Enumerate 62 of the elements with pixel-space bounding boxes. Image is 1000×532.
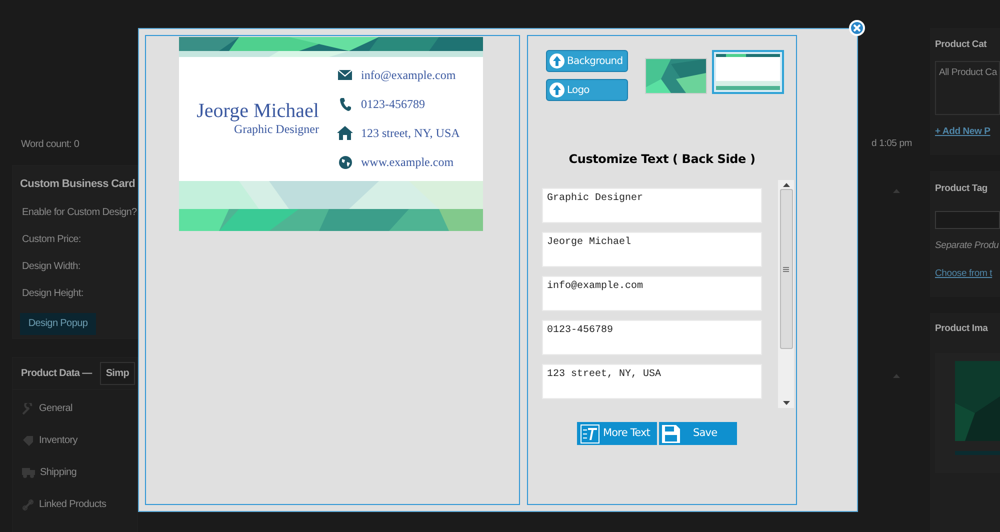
more-text-button[interactable]: More Text xyxy=(577,422,657,445)
close-icon xyxy=(853,24,861,32)
product-data-tab[interactable]: General xyxy=(22,401,137,416)
card-job-title: Graphic Designer xyxy=(234,122,319,136)
product-type-select[interactable]: Simp xyxy=(100,362,136,385)
text-field[interactable]: Graphic Designer xyxy=(542,188,762,223)
customize-heading: Customize Text ( Back Side ) xyxy=(568,151,756,168)
field-label: Enable for Custom Design? xyxy=(22,206,137,220)
scrollbar[interactable] xyxy=(778,180,794,408)
caret-icon xyxy=(893,374,900,378)
link-icon xyxy=(22,498,34,510)
add-category-link[interactable]: + Add New P xyxy=(935,125,1000,140)
card-contact: info@example.com xyxy=(361,67,456,84)
upload-button[interactable]: Background xyxy=(546,50,628,72)
word-count: Word count: 0 xyxy=(20,138,80,152)
box-title: Product Tag xyxy=(935,182,989,196)
text-icon xyxy=(580,424,600,444)
scroll-up-icon[interactable] xyxy=(782,183,790,187)
tag-input[interactable] xyxy=(935,210,1000,229)
field-label: Custom Price: xyxy=(22,232,82,246)
design-popup-button[interactable]: Design Popup xyxy=(20,312,96,334)
field-label: Design Width: xyxy=(22,260,82,274)
text-field[interactable]: 123 street, NY, USA xyxy=(542,364,762,399)
tab-label: Inventory xyxy=(39,434,78,448)
save-button[interactable]: Save xyxy=(659,422,737,445)
text-field[interactable]: Jeorge Michael xyxy=(542,232,762,267)
scroll-thumb[interactable] xyxy=(780,189,792,349)
phone-icon xyxy=(340,98,350,110)
close-button[interactable] xyxy=(849,20,865,36)
house-icon xyxy=(337,126,353,140)
truck-icon xyxy=(22,467,35,478)
design-thumbnail[interactable] xyxy=(712,50,784,94)
card-contact: 123 street, NY, USA xyxy=(361,125,460,142)
card-contact: www.example.com xyxy=(361,154,454,171)
tag-hint: Separate Produ xyxy=(935,238,1000,253)
product-data-tab[interactable]: Shipping xyxy=(22,465,137,480)
caret-icon xyxy=(893,189,900,194)
globe-icon xyxy=(338,156,352,168)
tab-label: General xyxy=(39,402,72,416)
box-title: Product Ima xyxy=(935,322,989,336)
upload-icon xyxy=(549,82,565,98)
card-contact: 0123-456789 xyxy=(361,96,425,113)
choose-tags-link[interactable]: Choose from t xyxy=(935,266,1000,282)
scroll-down-icon[interactable] xyxy=(782,401,790,405)
box-title: Custom Business Card xyxy=(20,177,136,192)
category-item[interactable]: All Product Ca xyxy=(939,67,997,78)
upload-icon xyxy=(549,53,565,69)
field-label: Design Height: xyxy=(22,286,84,300)
card-name: Jeorge Michael xyxy=(196,100,319,122)
last-edited: d 1:05 pm xyxy=(872,137,912,151)
tab-label: Linked Products xyxy=(39,498,106,512)
design-thumbnail[interactable] xyxy=(645,58,707,94)
text-field[interactable]: info@example.com xyxy=(542,276,762,311)
box-title: Product Data — xyxy=(21,367,92,381)
product-data-tab[interactable]: Inventory xyxy=(22,433,137,448)
tag-icon xyxy=(22,434,34,446)
envelope-icon xyxy=(338,70,352,80)
box-title: Product Cat xyxy=(935,38,988,52)
upload-button[interactable]: Logo xyxy=(546,79,628,101)
text-field[interactable]: 0123-456789 xyxy=(542,320,762,355)
tab-label: Shipping xyxy=(40,466,77,480)
product-data-tab[interactable]: Linked Products xyxy=(22,497,137,512)
